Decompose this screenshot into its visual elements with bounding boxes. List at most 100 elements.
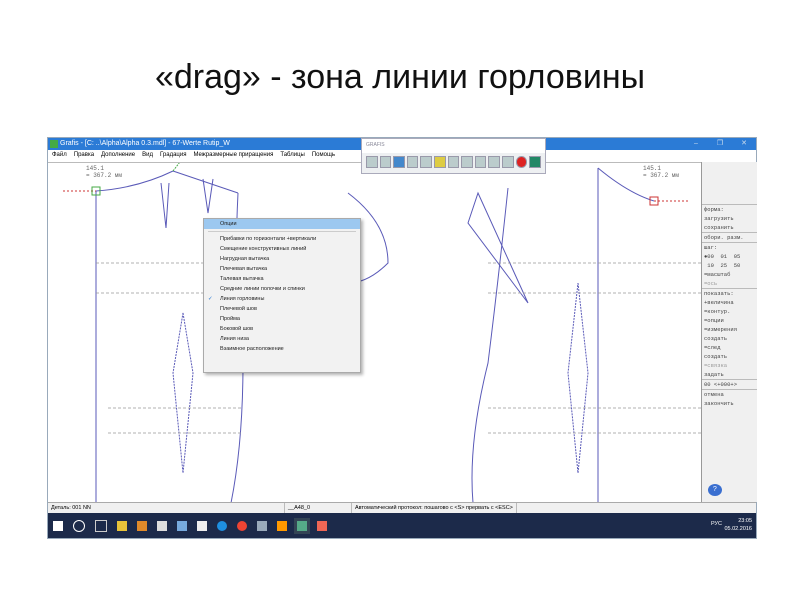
- stop-icon[interactable]: [515, 156, 528, 168]
- readout-value: 145.1: [643, 165, 662, 172]
- menu-view[interactable]: Вид: [142, 150, 153, 161]
- clock[interactable]: 23:05 05.02.2016: [724, 517, 752, 533]
- menu-item-center-lines[interactable]: Средние линии полочки и спинки: [204, 284, 360, 294]
- menu-item-arrangement[interactable]: Взаимное расположение: [204, 344, 360, 354]
- coords-field[interactable]: 00 <+000+>: [702, 379, 757, 389]
- edge-icon[interactable]: [217, 520, 227, 531]
- right-panel: форма: загрузить сохранить обори. разм. …: [701, 162, 757, 502]
- cut-icon[interactable]: [461, 156, 473, 168]
- menu-item-shoulder-seam[interactable]: Плечевой шов: [204, 304, 360, 314]
- readout-length: = 367.2 мм: [86, 172, 123, 179]
- menu-increments[interactable]: Межразмерные приращения: [193, 150, 273, 161]
- minimize-button[interactable]: –: [684, 138, 708, 150]
- menu-help[interactable]: Помощь: [312, 150, 335, 161]
- grafis-toolbar: GRAFIS: [361, 138, 546, 174]
- menu-tables[interactable]: Таблицы: [280, 150, 305, 161]
- sizes-button[interactable]: обори. разм.: [702, 232, 757, 242]
- scale-button[interactable]: =масштаб: [702, 270, 757, 279]
- menu-item-neckline[interactable]: ✓ Линия горловины: [204, 294, 360, 304]
- drawing-canvas[interactable]: 145.1 = 367.2 мм 145.1 = 367.2 мм Опции …: [48, 157, 701, 504]
- app-icon-1[interactable]: [177, 520, 187, 531]
- slide-title: «drag» - зона линии горловины: [154, 58, 646, 96]
- import-icon[interactable]: [502, 156, 514, 168]
- close-button[interactable]: ✕: [732, 138, 756, 150]
- language-indicator[interactable]: РУС: [711, 521, 722, 527]
- frame-icon[interactable]: [420, 156, 433, 168]
- measure-icon[interactable]: [434, 156, 446, 168]
- pattern-drawing: [63, 157, 701, 504]
- explorer-icon[interactable]: [117, 520, 127, 531]
- trace-create-button[interactable]: создать: [702, 352, 757, 361]
- menu-item-shoulder-dart[interactable]: Плечевая вытачка: [204, 264, 360, 274]
- measure-create-button[interactable]: создать: [702, 334, 757, 343]
- step-label: шаг:: [702, 242, 757, 252]
- download-icon[interactable]: [488, 156, 501, 168]
- finish-button[interactable]: закончить: [702, 399, 757, 408]
- load-button[interactable]: загрузить: [702, 214, 757, 223]
- cancel-button[interactable]: отмена: [702, 389, 757, 399]
- app-icon-3[interactable]: [277, 520, 287, 531]
- menu-edit[interactable]: Правка: [74, 150, 94, 161]
- taskbar: РУС 23:05 05.02.2016: [48, 513, 756, 538]
- app-icon-2[interactable]: [257, 520, 267, 531]
- task-view-icon[interactable]: [95, 519, 107, 532]
- menu-item-hemline[interactable]: Линия низа: [204, 334, 360, 344]
- menu-grading[interactable]: Градация: [160, 150, 186, 161]
- contour-toggle[interactable]: =контур.: [702, 307, 757, 316]
- title-bar-right: – ❐ ✕: [544, 138, 756, 150]
- menu-file[interactable]: Файл: [52, 150, 67, 161]
- open-icon[interactable]: [366, 156, 378, 168]
- value-toggle[interactable]: +величина: [702, 298, 757, 307]
- menu-item-label: Линия горловины: [220, 296, 265, 302]
- store-icon[interactable]: [157, 520, 167, 531]
- media-icon[interactable]: [137, 520, 147, 531]
- panel-form-label: форма:: [702, 204, 757, 214]
- chrome-icon[interactable]: [237, 520, 247, 531]
- clock-time: 23:05: [738, 518, 752, 524]
- zoom-icon[interactable]: [393, 156, 405, 168]
- save-button[interactable]: сохранить: [702, 223, 757, 232]
- grafis-taskbar-icon[interactable]: [294, 517, 310, 534]
- check-icon: ✓: [208, 296, 213, 302]
- options-toggle[interactable]: =опции: [702, 316, 757, 325]
- photos-icon[interactable]: [197, 520, 207, 531]
- menu-item-line-offset[interactable]: Смещение конструктивных линий: [204, 244, 360, 254]
- search-icon[interactable]: [73, 519, 85, 532]
- menu-item-bust-dart[interactable]: Нагрудная вытачка: [204, 254, 360, 264]
- step-options-2[interactable]: 10 25 50: [702, 261, 757, 270]
- print-icon[interactable]: [406, 156, 419, 168]
- context-menu: Опции Прибавки по горизонтали +вертикали…: [203, 218, 361, 373]
- grafis-window: Grafis - [C: ..\Alpha\Alpha 0.3.mdl] - 6…: [47, 137, 757, 539]
- menu-bar-right: [544, 150, 756, 161]
- menu-addons[interactable]: Дополнение: [101, 150, 135, 161]
- menu-item-options[interactable]: Опции: [204, 219, 360, 229]
- menu-item-allowances[interactable]: Прибавки по горизонтали +вертикали: [204, 234, 360, 244]
- link-button[interactable]: =связка: [702, 361, 757, 370]
- grading-icon[interactable]: [447, 156, 460, 168]
- coordinate-readout-left: 145.1 = 367.2 мм: [86, 165, 122, 179]
- toolbar-title: GRAFIS: [362, 139, 545, 153]
- link-set-button[interactable]: задать: [702, 370, 757, 379]
- app-icon: [50, 140, 58, 148]
- menu-item-armhole[interactable]: Пройма: [204, 314, 360, 324]
- readout-value: 145.1: [86, 165, 105, 172]
- maximize-button[interactable]: ❐: [708, 138, 732, 150]
- windows-start-icon[interactable]: [53, 520, 63, 531]
- measure-button[interactable]: =измерения: [702, 325, 757, 334]
- menu-bar: Файл Правка Дополнение Вид Градация Межр…: [48, 150, 365, 161]
- powerpoint-icon[interactable]: [317, 520, 327, 531]
- show-label: показать:: [702, 288, 757, 298]
- step-options-1[interactable]: ●00 01 05: [702, 252, 757, 261]
- menu-item-waist-dart[interactable]: Талевая вытачка: [204, 274, 360, 284]
- axis-button[interactable]: =ось: [702, 279, 757, 288]
- readout-length: = 367.2 мм: [643, 172, 680, 179]
- save-icon[interactable]: [379, 156, 392, 168]
- monitor-icon[interactable]: [529, 156, 541, 168]
- menu-item-side-seam[interactable]: Боковой шов: [204, 324, 360, 334]
- help-icon[interactable]: ?: [708, 484, 722, 496]
- trace-button[interactable]: =след: [702, 343, 757, 352]
- title-bar: Grafis - [C: ..\Alpha\Alpha 0.3.mdl] - 6…: [48, 138, 361, 150]
- coordinate-readout-right: 145.1 = 367.2 мм: [643, 165, 679, 179]
- window-title: Grafis - [C: ..\Alpha\Alpha 0.3.mdl] - 6…: [60, 140, 230, 147]
- sort-icon[interactable]: [474, 156, 487, 168]
